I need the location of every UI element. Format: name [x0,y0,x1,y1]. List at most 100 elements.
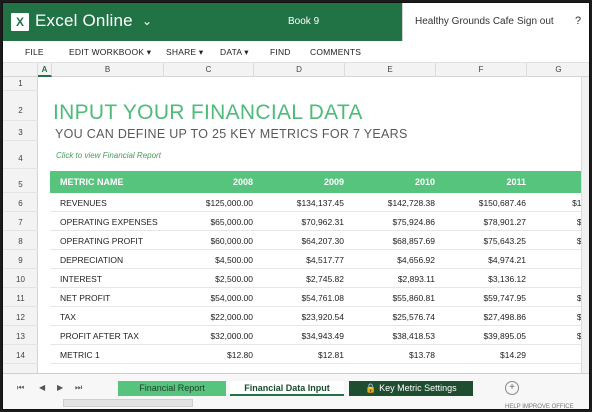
value-cell[interactable]: $23,920.54 [265,312,344,322]
value-cell[interactable]: $75,643.25 [447,236,526,246]
menu-data[interactable]: DATA ▾ [220,47,249,58]
table-row[interactable]: TAX $22,000.00 $23,920.54 $25,576.74 $27,498… [50,307,589,326]
table-row[interactable]: OPERATING PROFIT $60,000.00 $64,207.30 $68,… [50,231,589,250]
value-cell[interactable]: $4,517.77 [265,255,344,265]
menu-share[interactable]: SHARE ▾ [166,47,203,58]
value-cell[interactable]: $12.80 [175,350,253,360]
table-row[interactable]: OPERATING EXPENSES $65,000.00 $70,962.31 $7… [50,212,589,231]
value-cell[interactable]: $22,000.00 [175,312,253,322]
prev-sheet-icon[interactable]: ◀ [39,383,45,392]
row-header-13[interactable]: 13 [3,326,38,345]
value-cell[interactable]: $3,136.12 [447,274,526,284]
value-cell[interactable]: $134,137.45 [265,198,344,208]
value-cell[interactable]: $54,761.08 [265,293,344,303]
metric-name-cell[interactable]: TAX [60,312,76,322]
value-cell[interactable]: $68,857.69 [356,236,435,246]
first-sheet-icon[interactable]: ⏮ [17,383,24,393]
next-sheet-icon[interactable]: ▶ [57,383,63,392]
column-header-f[interactable]: F [436,63,527,77]
metric-name-cell[interactable]: INTEREST [60,274,102,284]
metric-name-cell[interactable]: OPERATING PROFIT [60,236,143,246]
value-cell[interactable]: $70,962.31 [265,217,344,227]
row-header-14[interactable]: 14 [3,345,38,364]
metric-name-cell[interactable]: DEPRECIATION [60,255,123,265]
table-row[interactable]: PROFIT AFTER TAX $32,000.00 $34,943.49 $38,… [50,326,589,345]
value-cell[interactable]: $27,498.86 [447,312,526,322]
help-improve-office-link[interactable]: HELP IMPROVE OFFICE [505,404,574,409]
metric-name-cell[interactable]: PROFIT AFTER TAX [60,331,139,341]
value-cell[interactable]: $150,687.46 [447,198,526,208]
column-header-e[interactable]: E [345,63,436,77]
tab-key-metric-settings[interactable]: 🔒 Key Metric Settings [349,381,473,396]
menu-comments[interactable]: COMMENTS [310,47,361,57]
vertical-scrollbar[interactable] [581,77,589,373]
table-row[interactable]: NET PROFIT $54,000.00 $54,761.08 $55,860.81… [50,288,589,307]
value-cell[interactable]: $32,000.00 [175,331,253,341]
value-cell[interactable]: $55,860.81 [356,293,435,303]
column-header-c[interactable]: C [164,63,254,77]
tab-financial-data-input[interactable]: Financial Data Input [230,381,344,396]
horizontal-scrollbar[interactable] [63,399,193,407]
worksheet-grid[interactable]: INPUT YOUR FINANCIAL DATA YOU CAN DEFINE… [38,77,589,373]
table-row[interactable]: METRIC 1 $12.80 $12.81 $13.78 $14.29 [50,345,589,364]
value-cell[interactable]: $38,418.53 [356,331,435,341]
menu-edit-workbook[interactable]: EDIT WORKBOOK ▾ [69,47,151,58]
user-name[interactable]: Healthy Grounds Cafe [415,16,514,27]
row-header-7[interactable]: 7 [3,212,38,231]
value-cell[interactable]: $125,000.00 [175,198,253,208]
value-cell[interactable]: $12.81 [265,350,344,360]
row-header-1[interactable]: 1 [3,77,38,91]
row-header-8[interactable]: 8 [3,231,38,250]
metric-name-cell[interactable]: NET PROFIT [60,293,110,303]
value-cell[interactable]: $64,207.30 [265,236,344,246]
table-row[interactable]: DEPRECIATION $4,500.00 $4,517.77 $4,656.92 $… [50,250,589,269]
table-row[interactable]: REVENUES $125,000.00 $134,137.45 $142,728.3… [50,193,589,212]
value-cell[interactable]: $34,943.49 [265,331,344,341]
value-cell[interactable]: $39,895.05 [447,331,526,341]
value-cell[interactable]: $13.78 [356,350,435,360]
row-header-4[interactable]: 4 [3,141,38,169]
value-cell[interactable]: $54,000.00 [175,293,253,303]
select-all-corner[interactable] [3,63,38,77]
value-cell[interactable]: $2,893.11 [356,274,435,284]
financial-report-link[interactable]: Click to view Financial Report [56,151,161,160]
row-header-6[interactable]: 6 [3,193,38,212]
chevron-down-icon[interactable]: ⌄ [142,14,152,28]
row-header-2[interactable]: 2 [3,91,38,121]
app-name[interactable]: Excel Online [35,11,133,31]
last-sheet-icon[interactable]: ⏭ [75,383,82,393]
value-cell[interactable]: $4,974.21 [447,255,526,265]
row-header-3[interactable]: 3 [3,121,38,141]
column-header-g[interactable]: G [527,63,589,77]
column-header-d[interactable]: D [254,63,345,77]
value-cell[interactable]: $25,576.74 [356,312,435,322]
row-header-12[interactable]: 12 [3,307,38,326]
value-cell[interactable]: $4,656.92 [356,255,435,265]
metric-name-cell[interactable]: METRIC 1 [60,350,100,360]
table-row[interactable]: INTEREST $2,500.00 $2,745.82 $2,893.11 $3,13… [50,269,589,288]
value-cell[interactable]: $78,901.27 [447,217,526,227]
help-icon[interactable]: ? [575,15,581,27]
column-header-b[interactable]: B [52,63,164,77]
metric-name-cell[interactable]: REVENUES [60,198,107,208]
value-cell[interactable]: $75,924.86 [356,217,435,227]
column-header-a[interactable]: A [38,63,52,77]
row-header-5[interactable]: 5 [3,169,38,193]
row-header-9[interactable]: 9 [3,250,38,269]
value-cell[interactable]: $4,500.00 [175,255,253,265]
value-cell[interactable]: $142,728.38 [356,198,435,208]
row-header-10[interactable]: 10 [3,269,38,288]
menu-find[interactable]: FIND [270,47,291,57]
row-header-11[interactable]: 11 [3,288,38,307]
menu-file[interactable]: FILE [25,47,44,57]
add-sheet-icon[interactable]: + [505,381,519,395]
value-cell[interactable]: $2,745.82 [265,274,344,284]
value-cell[interactable]: $2,500.00 [175,274,253,284]
value-cell[interactable]: $14.29 [447,350,526,360]
tab-financial-report[interactable]: Financial Report [118,381,226,396]
value-cell[interactable]: $60,000.00 [175,236,253,246]
workbook-name[interactable]: Book 9 [288,16,319,27]
metric-name-cell[interactable]: OPERATING EXPENSES [60,217,158,227]
value-cell[interactable]: $59,747.95 [447,293,526,303]
value-cell[interactable]: $65,000.00 [175,217,253,227]
